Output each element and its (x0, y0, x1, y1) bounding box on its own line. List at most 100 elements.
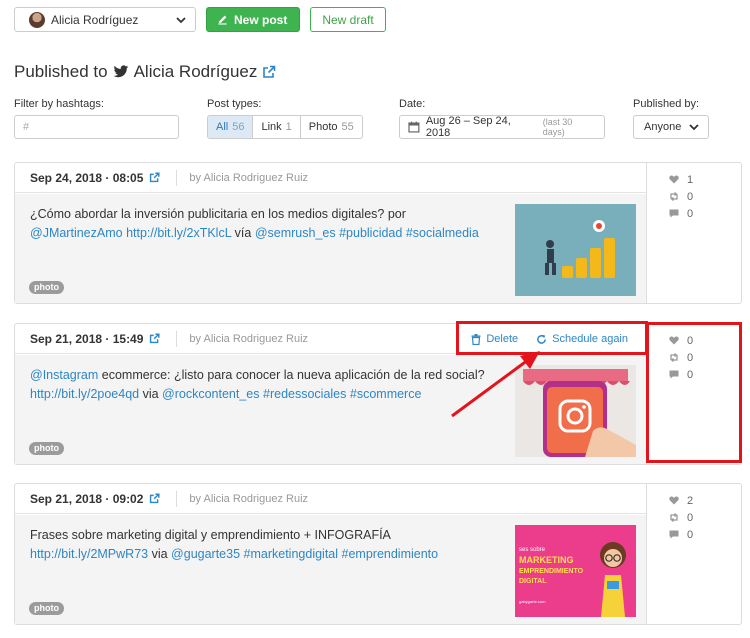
post-content: Sep 24, 2018 · 08:05 by Alicia Rodriguez… (15, 163, 647, 303)
post-card: Sep 21, 2018 · 09:02 by Alicia Rodriguez… (14, 483, 742, 625)
date-range-picker[interactable]: Aug 26 – Sep 24, 2018 (last 30 days) (399, 115, 605, 139)
post-content: Sep 21, 2018 · 09:02 by Alicia Rodriguez… (15, 484, 647, 624)
published-by-select[interactable]: Anyone (633, 115, 709, 139)
divider (176, 169, 178, 186)
photo-badge: photo (29, 442, 64, 455)
annotation-arrow (451, 351, 540, 418)
post-link[interactable]: #socialmedia (406, 226, 479, 240)
chevron-down-icon (689, 124, 699, 131)
date-label: Date: (399, 98, 426, 110)
post-body: Frases sobre marketing digital y emprend… (15, 515, 646, 624)
new-post-label: New post (234, 12, 288, 27)
annotation-box (646, 322, 742, 463)
chevron-down-icon (176, 16, 186, 23)
post-header: Sep 21, 2018 · 09:02 by Alicia Rodriguez… (15, 484, 646, 514)
divider (176, 490, 178, 507)
post-type-link[interactable]: Link 1 (253, 116, 301, 138)
post-link[interactable]: #marketingdigital (244, 547, 339, 561)
post-text-segment: ecommerce: ¿listo para conocer la nueva … (98, 368, 485, 382)
retweets-stat: 0 (669, 509, 693, 526)
post-text: @Instagram ecommerce: ¿listo para conoce… (30, 366, 495, 404)
replies-stat: 0 (669, 526, 693, 543)
divider (176, 330, 178, 347)
thumb-text: MARKETING (519, 555, 574, 565)
pencil-icon (218, 15, 227, 25)
post-type-toggle: All 56 Link 1 Photo 55 (207, 115, 363, 139)
post-date: Sep 21, 2018 · 09:02 (30, 491, 144, 506)
post-text-segment: Frases sobre marketing digital y emprend… (30, 528, 391, 542)
post-text-segment: via (148, 547, 172, 561)
date-range-value: Aug 26 – Sep 24, 2018 (425, 115, 511, 139)
post-author: by Alicia Rodriguez Ruiz (189, 332, 309, 345)
replies-stat: 0 (669, 205, 693, 222)
photo-badge: photo (29, 602, 64, 615)
thumb-text: ses sobre (519, 547, 546, 553)
post-link[interactable]: @rockcontent_es (162, 387, 259, 401)
post-stats: 1 0 0 (669, 171, 693, 222)
likes-stat: 2 (669, 492, 693, 509)
external-link-icon[interactable] (262, 65, 276, 79)
comment-icon (669, 209, 679, 218)
post-text: Frases sobre marketing digital y emprend… (30, 526, 495, 564)
account-selector[interactable]: Alicia Rodríguez (14, 7, 196, 32)
likes-stat: 1 (669, 171, 693, 188)
post-text-segment: via (139, 387, 163, 401)
post-author: by Alicia Rodriguez Ruiz (189, 171, 309, 184)
post-link[interactable]: #emprendimiento (342, 547, 439, 561)
external-link-icon[interactable] (149, 493, 160, 504)
page-title-prefix: Published to (14, 62, 108, 81)
post-type-all[interactable]: All 56 (208, 116, 254, 138)
account-selector-label: Alicia Rodríguez (51, 12, 139, 27)
new-draft-button[interactable]: New draft (310, 7, 386, 32)
post-text: ¿Cómo abordar la inversión publicitaria … (30, 205, 495, 243)
thumb-text: EMPRENDIMIENTO (519, 568, 584, 575)
twitter-icon (113, 65, 128, 78)
thumb-text: gabygarte.com (519, 599, 546, 604)
post-date: Sep 21, 2018 · 15:49 (30, 331, 144, 346)
post-stats: 2 0 0 (669, 492, 693, 543)
external-link-icon[interactable] (149, 333, 160, 344)
top-bar: Alicia Rodríguez New post New draft (14, 7, 386, 32)
comment-icon (669, 530, 679, 539)
post-link[interactable]: #scommerce (350, 387, 422, 401)
post-author: by Alicia Rodriguez Ruiz (189, 492, 309, 505)
retweet-icon (670, 192, 678, 201)
post-link[interactable]: @JMartinezAmo (30, 226, 123, 240)
post-link[interactable]: @semrush_es (255, 226, 336, 240)
post-link[interactable]: #redessociales (263, 387, 346, 401)
thumb-text: DIGITAL (519, 578, 547, 585)
retweet-icon (670, 513, 678, 522)
post-thumbnail[interactable] (515, 204, 636, 296)
hashtag-filter-input[interactable]: # (14, 115, 179, 139)
post-text-segment: vía (231, 226, 255, 240)
calendar-icon (408, 121, 420, 133)
heart-icon (669, 175, 679, 184)
new-post-button[interactable]: New post (206, 7, 301, 32)
post-link[interactable]: #publicidad (339, 226, 402, 240)
published-by-label: Published by: (633, 98, 700, 110)
hashtag-filter-label: Filter by hashtags: (14, 98, 104, 110)
post-header: Sep 24, 2018 · 08:05 by Alicia Rodriguez… (15, 163, 646, 193)
post-link[interactable]: http://bit.ly/2MPwR73 (30, 547, 148, 561)
post-link[interactable]: http://bit.ly/2xTKlcL (126, 226, 231, 240)
external-link-icon[interactable] (149, 172, 160, 183)
post-date: Sep 24, 2018 · 08:05 (30, 170, 144, 185)
published-by-value: Anyone (644, 121, 682, 133)
heart-icon (669, 496, 679, 505)
post-text-segment: ¿Cómo abordar la inversión publicitaria … (30, 207, 406, 221)
date-range-note: (last 30 days) (542, 117, 573, 137)
post-thumbnail[interactable]: ses sobre MARKETING EMPRENDIMIENTO DIGIT… (515, 525, 636, 617)
post-card: Sep 24, 2018 · 08:05 by Alicia Rodriguez… (14, 162, 742, 304)
new-draft-label: New draft (322, 12, 374, 27)
post-link[interactable]: @Instagram (30, 368, 98, 382)
post-body: @Instagram ecommerce: ¿listo para conoce… (15, 355, 646, 464)
page-title: Published to Alicia Rodríguez (14, 62, 276, 82)
post-link[interactable]: http://bit.ly/2poe4qd (30, 387, 139, 401)
avatar (29, 11, 45, 28)
retweets-stat: 0 (669, 188, 693, 205)
post-body: ¿Cómo abordar la inversión publicitaria … (15, 194, 646, 303)
post-types-label: Post types: (207, 98, 262, 110)
post-type-photo[interactable]: Photo 55 (300, 116, 362, 138)
page-title-account: Alicia Rodríguez (133, 62, 258, 81)
post-link[interactable]: @gugarte35 (171, 547, 240, 561)
